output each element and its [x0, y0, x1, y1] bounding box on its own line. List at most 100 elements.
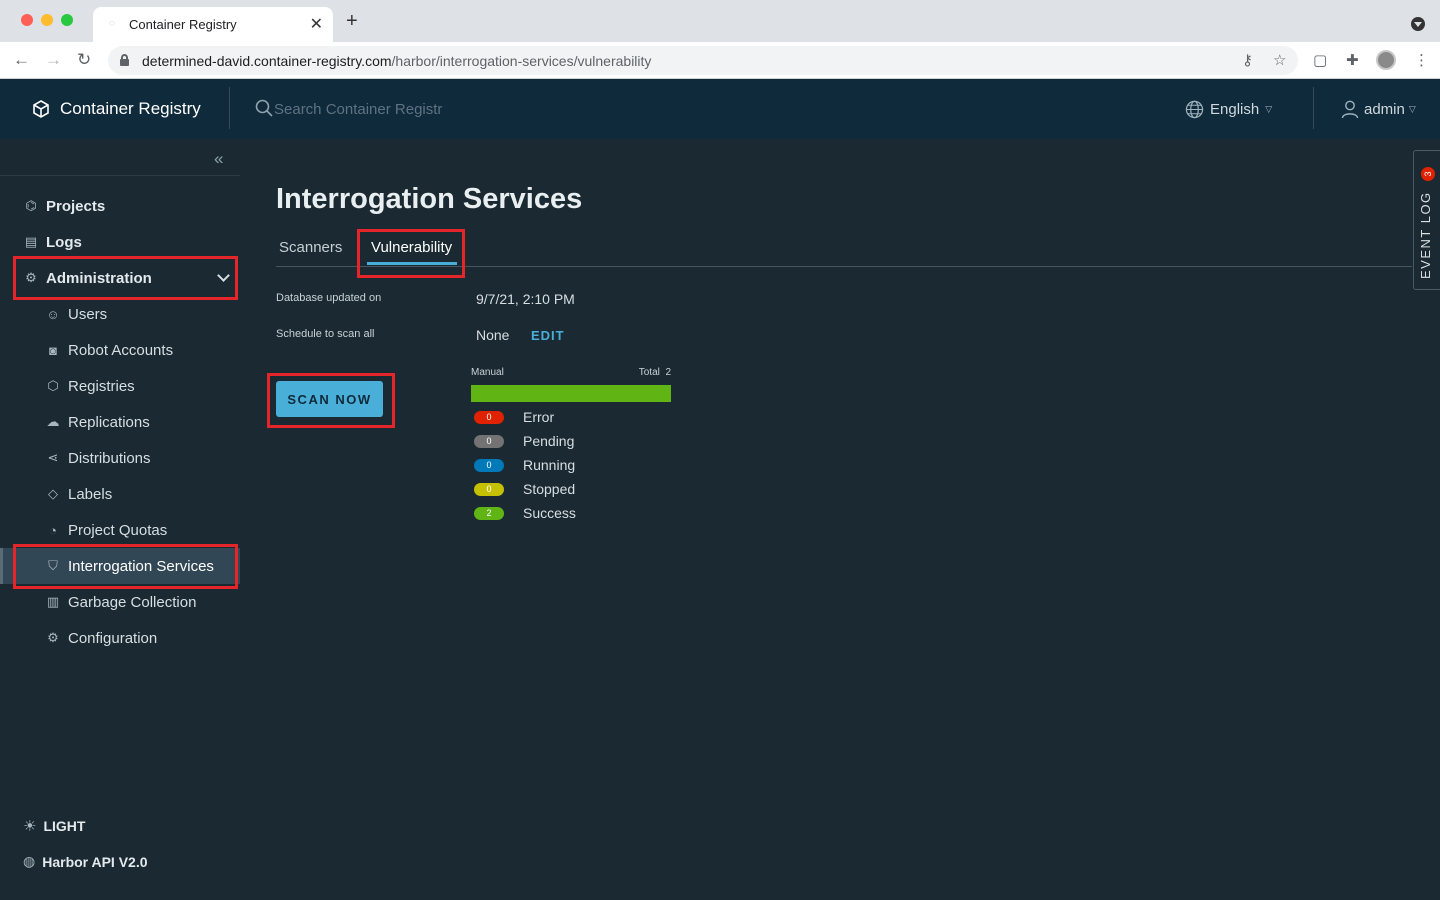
collapse-sidebar-icon[interactable]: « — [214, 149, 223, 169]
users-icon: ☺ — [46, 306, 60, 322]
maximize-window-button[interactable] — [61, 14, 73, 26]
chevron-down-icon: ▽ — [1265, 103, 1273, 114]
edit-schedule-link[interactable]: EDIT — [531, 328, 565, 343]
distributions-icon: ⋖ — [47, 450, 59, 465]
gear-icon: ⚙ — [47, 630, 59, 645]
close-tab-icon[interactable]: ✕ — [310, 14, 323, 34]
status-count-badge: 0 — [474, 482, 504, 496]
user-menu[interactable]: admin ▽ — [1340, 99, 1416, 119]
close-window-button[interactable] — [21, 14, 33, 26]
status-label: Error — [523, 409, 555, 425]
theme-toggle-label: LIGHT — [43, 818, 86, 834]
schedule-label: Schedule to scan all — [276, 328, 375, 340]
status-count-badge: 0 — [474, 434, 504, 448]
page-title: Interrogation Services — [276, 183, 583, 215]
event-log-label: EVENT LOG — [1418, 191, 1433, 279]
sun-icon: ☀ — [23, 818, 37, 835]
key-icon[interactable]: ⚷ — [1242, 51, 1253, 69]
tab-bar: Scanners Vulnerability — [276, 231, 1412, 267]
brand-title[interactable]: Container Registry — [60, 99, 201, 119]
shield-icon: ⛉ — [48, 558, 58, 573]
scan-total: Total 2 — [638, 367, 671, 378]
sidebar-item-logs[interactable]: ▤ Logs — [0, 224, 240, 260]
sidebar-item-label: Administration — [46, 269, 152, 287]
sidebar-item-labels[interactable]: ◇ Labels — [0, 476, 240, 512]
language-selector[interactable]: English ▽ — [1185, 99, 1272, 119]
sidebar-item-configuration[interactable]: ⚙ Configuration — [0, 620, 240, 656]
status-count-badge: 2 — [474, 506, 504, 520]
sidebar-item-users[interactable]: ☺ Users — [0, 296, 240, 332]
app-header: Container Registry English ▽ admin ▽ — [0, 79, 1440, 139]
scan-status-header: Manual Total 2 — [471, 367, 671, 383]
status-label: Pending — [523, 433, 575, 449]
user-icon — [1341, 100, 1359, 119]
header-divider — [229, 87, 230, 129]
new-tab-icon[interactable]: + — [346, 11, 358, 31]
extensions-icon[interactable]: ✚ — [1346, 51, 1359, 69]
browser-tab[interactable]: ◌ Container Registry ✕ — [93, 7, 333, 42]
scan-progress-bar — [471, 385, 671, 402]
tab-vulnerability[interactable]: Vulnerability — [371, 239, 452, 256]
sidebar-item-registries[interactable]: ⬡ Registries — [0, 368, 240, 404]
db-updated-label: Database updated on — [276, 292, 382, 304]
sidebar-item-label: Robot Accounts — [68, 341, 174, 359]
sidebar-item-project-quotas[interactable]: ◔ Project Quotas — [0, 512, 240, 548]
sidebar-item-interrogation-services[interactable]: ⛉ Interrogation Services — [0, 548, 240, 584]
cast-icon[interactable]: ▢ — [1313, 51, 1327, 69]
theme-toggle[interactable]: ☀ LIGHT — [23, 817, 85, 835]
db-updated-value: 9/7/21, 2:10 PM — [476, 291, 575, 307]
tab-scanners[interactable]: Scanners — [279, 239, 342, 256]
user-name: admin — [1364, 100, 1405, 118]
minimize-window-button[interactable] — [41, 14, 53, 26]
reload-icon[interactable]: ↻ — [77, 50, 91, 70]
active-tab-indicator — [367, 262, 457, 265]
address-bar[interactable]: determined-david.container-registry.com/… — [108, 46, 1298, 75]
status-row-pending: 0 Pending — [471, 429, 671, 453]
sidebar-item-projects[interactable]: ⌬ Projects — [0, 188, 240, 224]
sidebar-item-garbage-collection[interactable]: ▥ Garbage Collection — [0, 584, 240, 620]
sidebar: « ⌬ Projects ▤ Logs ⚙ Administration ☺ U… — [0, 139, 240, 900]
registries-icon: ⬡ — [47, 378, 59, 393]
sidebar-item-distributions[interactable]: ⋖ Distributions — [0, 440, 240, 476]
event-log-tab[interactable]: 3 EVENT LOG — [1413, 150, 1440, 290]
sidebar-item-robot-accounts[interactable]: ◙ Robot Accounts — [0, 332, 240, 368]
sidebar-item-label: Configuration — [68, 629, 158, 647]
quotas-icon: ◔ — [49, 522, 57, 538]
language-label: English — [1210, 100, 1260, 118]
search-input[interactable] — [274, 97, 574, 121]
api-icon: ◍ — [23, 853, 36, 869]
sidebar-divider — [0, 175, 240, 176]
tab-search-icon[interactable] — [1411, 17, 1425, 31]
browser-tab-title: Container Registry — [129, 17, 237, 32]
back-arrow-icon[interactable]: ← — [13, 50, 30, 70]
projects-icon: ⌬ — [25, 198, 37, 213]
browser-tabbar: ◌ Container Registry ✕ + — [0, 0, 1440, 42]
scan-progress-fill — [471, 385, 671, 402]
trash-icon: ▥ — [46, 594, 60, 609]
cube-logo-icon — [33, 100, 49, 118]
api-explorer-link[interactable]: ◍ Harbor API V2.0 — [23, 853, 148, 870]
kebab-menu-icon[interactable]: ⋮ — [1414, 51, 1429, 69]
sidebar-item-label: Projects — [46, 197, 106, 215]
sidebar-item-replications[interactable]: ☁ Replications — [0, 404, 240, 440]
header-divider — [1313, 87, 1314, 129]
lock-icon — [120, 54, 129, 66]
sidebar-item-label: Users — [68, 305, 108, 323]
url-text[interactable]: determined-david.container-registry.com/… — [142, 53, 651, 69]
browser-toolbar: ← → ↻ determined-david.container-registr… — [0, 42, 1440, 79]
status-row-stopped: 0 Stopped — [471, 477, 671, 501]
forward-arrow-icon[interactable]: → — [45, 50, 62, 70]
sidebar-item-label: Interrogation Services — [68, 557, 214, 575]
favicon-icon: ◌ — [109, 18, 115, 29]
sidebar-item-label: Project Quotas — [68, 521, 168, 539]
profile-avatar[interactable] — [1376, 50, 1396, 70]
star-icon[interactable]: ☆ — [1273, 51, 1286, 69]
scan-status-panel: Manual Total 2 0 Error 0 Pending 0 Runni… — [471, 367, 671, 525]
status-count-badge: 0 — [474, 410, 504, 424]
scan-now-button[interactable]: SCAN NOW — [276, 381, 383, 417]
administration-icon: ⚙ — [25, 270, 37, 285]
sidebar-item-label: Replications — [68, 413, 150, 431]
sidebar-item-label: Registries — [68, 377, 135, 395]
sidebar-item-administration[interactable]: ⚙ Administration — [0, 260, 240, 296]
status-row-success: 2 Success — [471, 501, 671, 525]
